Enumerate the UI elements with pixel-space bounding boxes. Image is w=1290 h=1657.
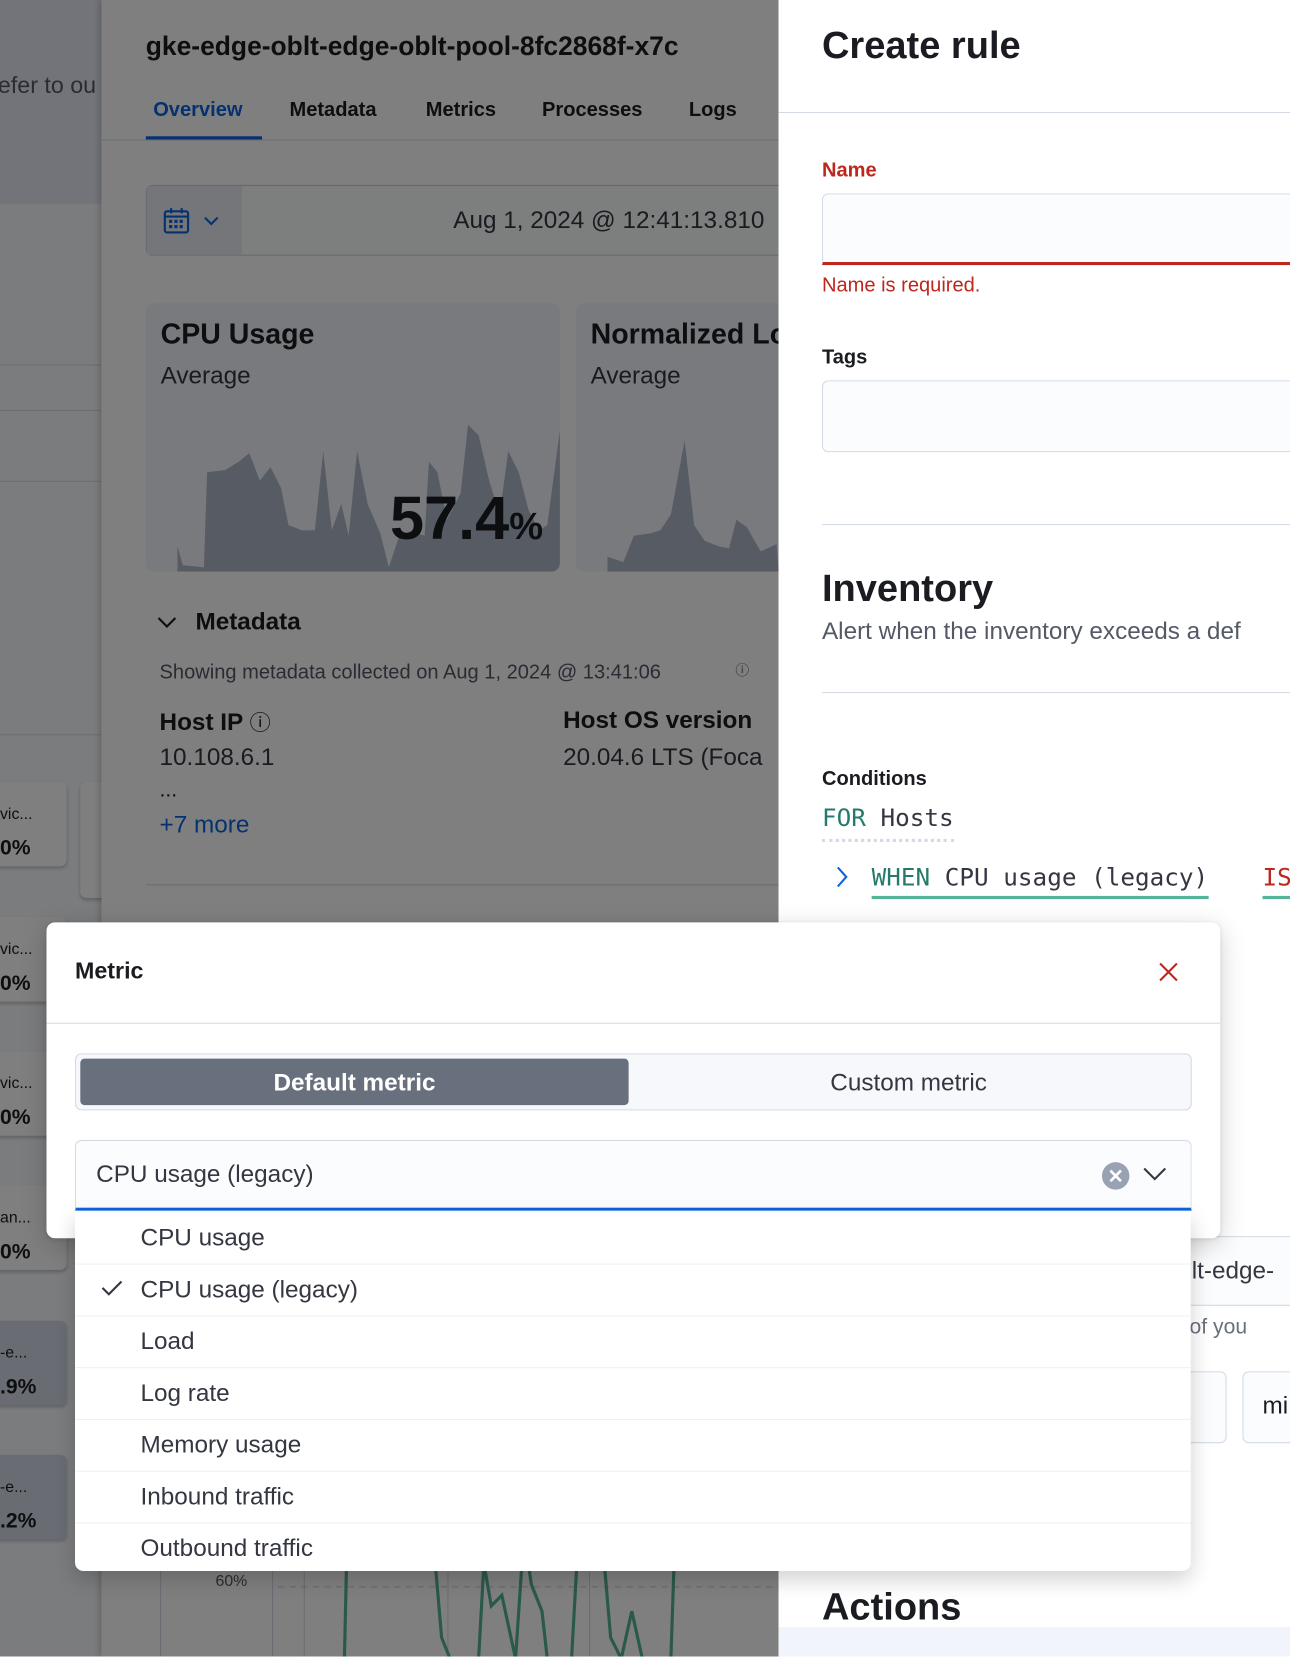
metric-type-toggle: Default metric Custom metric — [75, 1053, 1192, 1111]
tags-input[interactable] — [821, 380, 1290, 453]
metric-options-list: CPU usage CPU usage (legacy) Load Log ra… — [75, 1211, 1191, 1574]
time-unit-select[interactable]: mi — [1242, 1371, 1290, 1444]
footer-bar — [778, 1627, 1290, 1657]
chevron-down-icon[interactable] — [1141, 1164, 1168, 1183]
name-label: Name — [821, 159, 877, 182]
actions-heading: Actions — [821, 1584, 962, 1629]
default-metric-button[interactable]: Default metric — [80, 1058, 629, 1106]
metric-select-value: CPU usage (legacy) — [96, 1160, 314, 1188]
option-cpu-usage-legacy[interactable]: CPU usage (legacy) — [75, 1264, 1191, 1317]
tags-label: Tags — [821, 346, 868, 369]
metric-select[interactable]: CPU usage (legacy) — [75, 1139, 1192, 1211]
create-rule-title: Create rule — [821, 23, 1021, 67]
custom-metric-button[interactable]: Custom metric — [629, 1059, 1189, 1105]
option-cpu-usage[interactable]: CPU usage — [75, 1212, 1191, 1265]
popover-arrow — [1026, 907, 1061, 924]
name-input[interactable] — [821, 193, 1290, 266]
popover-title: Metric — [75, 957, 144, 984]
for-expression[interactable]: FOR Hosts — [821, 805, 954, 843]
check-icon — [101, 1280, 123, 1296]
rule-type-description: Alert when the inventory exceeds a def — [821, 617, 1241, 645]
rule-type-title: Inventory — [821, 566, 994, 610]
clear-icon[interactable] — [1101, 1161, 1131, 1191]
when-expression[interactable]: WHEN CPU usage (legacy) — [871, 864, 1209, 900]
is-expression[interactable]: IS — [1262, 864, 1290, 900]
name-error: Name is required. — [821, 274, 981, 297]
conditions-label: Conditions — [821, 768, 927, 791]
close-icon[interactable] — [1158, 961, 1179, 982]
option-outbound-traffic[interactable]: Outbound traffic — [75, 1522, 1191, 1574]
metric-popover: Metric Default metric Custom metric CPU … — [46, 922, 1221, 1239]
option-memory-usage[interactable]: Memory usage — [75, 1419, 1191, 1472]
option-load[interactable]: Load — [75, 1315, 1191, 1369]
chevron-right-icon[interactable] — [834, 864, 851, 889]
option-log-rate[interactable]: Log rate — [75, 1367, 1191, 1420]
option-inbound-traffic[interactable]: Inbound traffic — [75, 1471, 1191, 1524]
